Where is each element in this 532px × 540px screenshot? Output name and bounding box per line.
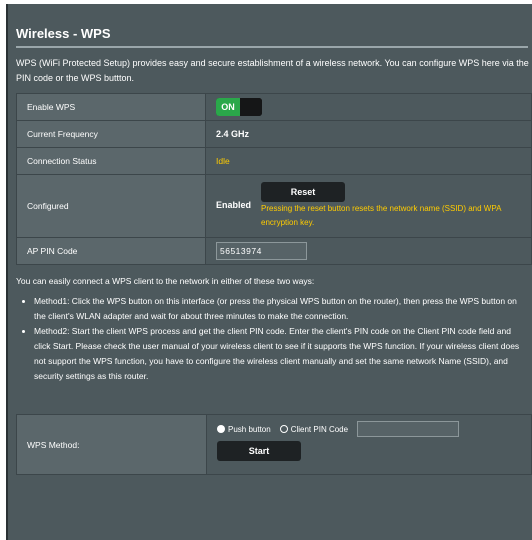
row-current-frequency: Current Frequency 2.4 GHz bbox=[16, 120, 532, 148]
row-connection-status: Connection Status Idle bbox=[16, 147, 532, 175]
toggle-knob bbox=[240, 98, 262, 116]
start-button[interactable]: Start bbox=[217, 441, 301, 461]
ap-pin-field[interactable]: 56513974 bbox=[216, 242, 307, 260]
client-pin-input[interactable] bbox=[357, 421, 460, 437]
configured-label: Configured bbox=[16, 174, 206, 238]
wps-instructions: You can easily connect a WPS client to t… bbox=[16, 276, 528, 384]
connection-status-value: Idle bbox=[216, 156, 230, 166]
enable-wps-toggle[interactable]: ON bbox=[216, 98, 262, 116]
row-enable-wps: Enable WPS ON bbox=[16, 93, 532, 121]
configured-value: Enabled bbox=[216, 200, 252, 210]
client-pin-radio[interactable] bbox=[279, 425, 288, 433]
reset-button[interactable]: Reset bbox=[261, 182, 346, 202]
wps-settings-table: Enable WPS ON Current Frequency 2.4 GHz … bbox=[16, 93, 532, 265]
ap-pin-label: AP PIN Code bbox=[16, 237, 206, 265]
push-button-radio[interactable] bbox=[217, 425, 225, 433]
reset-note: Pressing the reset button resets the net… bbox=[261, 204, 501, 227]
wps-method-options: Push button Client PIN Code bbox=[217, 421, 530, 437]
method-1-item: Method1: Click the WPS button on this in… bbox=[34, 294, 528, 324]
wps-method-table: WPS Method: Push button Client PIN Code … bbox=[16, 414, 532, 475]
row-wps-method: WPS Method: Push button Client PIN Code … bbox=[16, 414, 532, 475]
push-button-label: Push button bbox=[228, 424, 271, 434]
wps-settings-panel: Wireless - WPS WPS (WiFi Protected Setup… bbox=[6, 4, 532, 540]
row-ap-pin: AP PIN Code 56513974 bbox=[16, 237, 532, 265]
page-description: WPS (WiFi Protected Setup) provides easy… bbox=[16, 58, 529, 83]
client-pin-label: Client PIN Code bbox=[290, 424, 349, 434]
enable-wps-label: Enable WPS bbox=[16, 93, 206, 121]
methods-list: Method1: Click the WPS button on this in… bbox=[16, 294, 528, 384]
method-2-item: Method2: Start the client WPS process an… bbox=[34, 324, 528, 384]
title-divider bbox=[16, 46, 528, 48]
current-frequency-value: 2.4 GHz bbox=[216, 129, 250, 139]
page-title: Wireless - WPS bbox=[16, 26, 111, 41]
connection-status-label: Connection Status bbox=[16, 147, 206, 175]
wps-method-label: WPS Method: bbox=[16, 414, 207, 475]
current-frequency-label: Current Frequency bbox=[16, 120, 206, 148]
toggle-on-text: ON bbox=[216, 98, 240, 116]
instructions-intro: You can easily connect a WPS client to t… bbox=[16, 276, 315, 286]
row-configured: Configured Enabled Reset Pressing the re… bbox=[16, 174, 532, 238]
